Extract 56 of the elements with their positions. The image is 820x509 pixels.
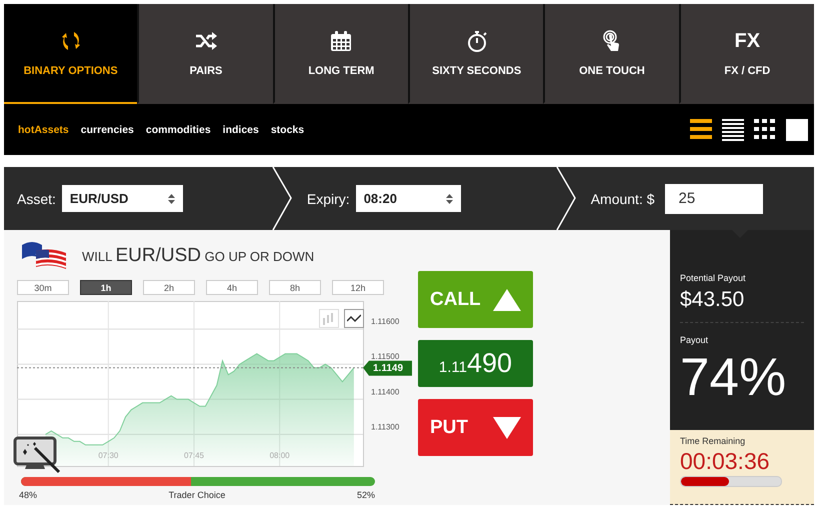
potential-payout-value: $43.50 [680,288,804,323]
asset-category-link[interactable]: hotAssets [18,124,69,136]
category-tab[interactable]: ONE TOUCH [543,4,679,104]
shuffle-icon [194,29,218,53]
asset-category-link[interactable]: stocks [270,124,304,136]
monitor-wand-icon[interactable] [13,436,63,474]
asset-category-link[interactable]: commodities [146,124,211,136]
question-text: WILL EUR/USD GO UP OR DOWN [82,245,314,267]
grid-view-icon[interactable] [754,118,776,140]
payout-value: 74% [680,351,788,404]
up-triangle-icon [493,288,521,310]
compact-list-icon[interactable] [722,118,744,140]
asset-category-link[interactable]: indices [222,124,259,136]
time-range-tab[interactable]: 30m [17,280,69,295]
time-range-tab[interactable]: 1h [80,280,132,295]
candlestick-icon [322,312,336,326]
down-triangle-icon [493,416,521,438]
current-price: 1.11490 [418,340,533,387]
time-range-tab[interactable]: 12h [332,280,384,295]
buy-percent: 52% [356,490,375,500]
asset-label: Asset: [17,190,56,206]
sell-percent: 48% [19,490,38,500]
y-axis-label: 1.11600 [371,317,400,326]
amount-label: Amount: $ [590,190,655,206]
category-tab[interactable]: LONG TERM [272,4,408,104]
ref-line-label: 1.1149 [373,363,404,374]
list-view-icon[interactable] [690,118,712,140]
asset-category-link[interactable]: currencies [80,124,134,136]
x-axis-label: 08:00 [270,451,290,460]
trader-choice-label: Trader Choice [168,490,226,500]
potential-payout-label: Potential Payout [680,273,747,283]
amount-field[interactable]: 25 [664,184,763,214]
put-button[interactable]: PUT [418,399,533,456]
expiry-select[interactable]: 08:20 [356,185,461,212]
time-remaining-value: 00:03:36 [680,448,771,475]
asset-select[interactable]: EUR/USD [62,185,183,212]
calendar-icon [329,29,354,53]
time-range-tab[interactable]: 4h [206,280,258,295]
expiry-label: Expiry: [306,190,350,206]
chart-mode-button[interactable] [344,309,364,328]
time-range-tab[interactable]: 2h [143,280,195,295]
y-axis-label: 1.11400 [371,387,400,396]
time-range-tab[interactable]: 8h [269,280,321,295]
category-tab[interactable]: FX FX / CFD [678,4,814,104]
category-tab[interactable]: PAIRS [137,4,273,104]
up-down-arrows-icon [446,194,453,204]
y-axis-label: 1.11500 [371,352,400,362]
x-axis-label: 07:30 [98,451,118,460]
y-axis-label: 1.11300 [371,422,400,432]
time-remaining-label: Time Remaining [680,436,746,446]
single-view-icon[interactable] [786,118,808,140]
up-down-arrows-icon [168,194,175,204]
x-axis-label: 07:45 [184,451,204,460]
category-tab[interactable]: SIXTY SECONDS [408,4,544,104]
price-tag: 1.1149 [363,360,412,376]
payout-label: Payout [680,335,710,345]
